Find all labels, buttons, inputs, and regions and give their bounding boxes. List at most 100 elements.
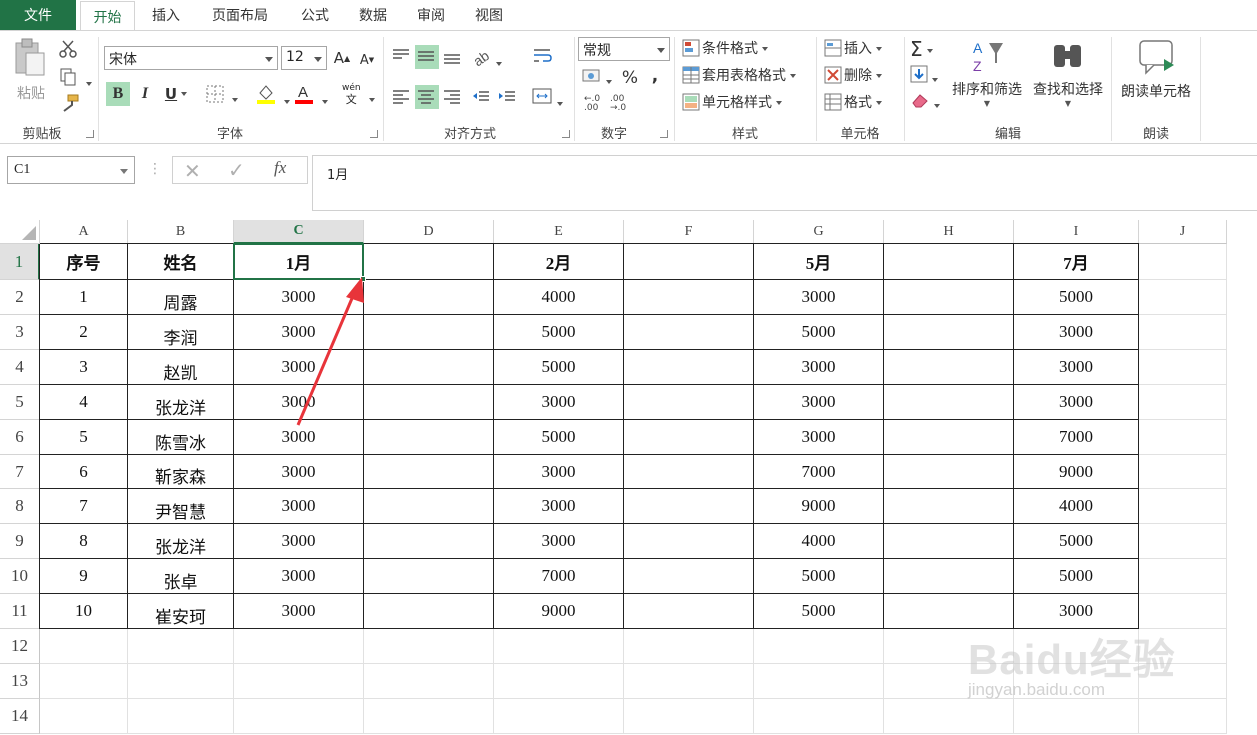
font-size-select[interactable]: 12: [281, 46, 327, 70]
tab-home[interactable]: 开始: [80, 1, 135, 31]
sort-filter-button[interactable]: AZ 排序和筛选 ▼: [950, 37, 1024, 117]
underline-button[interactable]: U: [158, 82, 194, 106]
cell-C2[interactable]: 3000: [234, 280, 364, 315]
autosum-icon[interactable]: Σ: [910, 37, 946, 61]
cell-H11[interactable]: [884, 594, 1014, 629]
number-launcher-icon[interactable]: [660, 130, 668, 138]
column-header-J[interactable]: J: [1139, 220, 1227, 244]
cell-F8[interactable]: [624, 489, 754, 524]
cell-A7[interactable]: 6: [40, 455, 128, 489]
cell-D9[interactable]: [364, 524, 494, 559]
fill-handle[interactable]: [360, 276, 366, 282]
row-header-6[interactable]: 6: [0, 420, 40, 455]
font-color-button[interactable]: A: [294, 83, 332, 107]
cell-J4[interactable]: [1139, 350, 1227, 385]
cell-E3[interactable]: 5000: [494, 315, 624, 350]
merge-center-icon[interactable]: [531, 85, 569, 109]
cell-F4[interactable]: [624, 350, 754, 385]
cell-I6[interactable]: 7000: [1014, 420, 1139, 455]
row-header-11[interactable]: 11: [0, 594, 40, 629]
cell-F5[interactable]: [624, 385, 754, 420]
cell-J6[interactable]: [1139, 420, 1227, 455]
cell-D7[interactable]: [364, 455, 494, 489]
tab-file[interactable]: 文件: [0, 0, 76, 30]
name-box[interactable]: C1: [7, 156, 135, 184]
cell-E4[interactable]: 5000: [494, 350, 624, 385]
cell-I9[interactable]: 5000: [1014, 524, 1139, 559]
cell-F3[interactable]: [624, 315, 754, 350]
decrease-indent-icon[interactable]: [470, 85, 494, 109]
cell-D8[interactable]: [364, 489, 494, 524]
cell-C9[interactable]: 3000: [234, 524, 364, 559]
cell-I7[interactable]: 9000: [1014, 455, 1139, 489]
cell-C4[interactable]: 3000: [234, 350, 364, 385]
cell-F11[interactable]: [624, 594, 754, 629]
find-select-button[interactable]: 查找和选择 ▼: [1030, 37, 1106, 117]
cell-C7[interactable]: 3000: [234, 455, 364, 489]
cell-E1[interactable]: 2月: [494, 244, 624, 280]
cell-F6[interactable]: [624, 420, 754, 455]
cell-B6[interactable]: 陈雪冰: [128, 420, 234, 455]
fill-icon[interactable]: [910, 65, 946, 87]
format-as-table-button[interactable]: 套用表格格式: [682, 64, 796, 86]
cell-E8[interactable]: 3000: [494, 489, 624, 524]
cell-I5[interactable]: 3000: [1014, 385, 1139, 420]
cell-G4[interactable]: 3000: [754, 350, 884, 385]
cell-C11[interactable]: 3000: [234, 594, 364, 629]
cell-D4[interactable]: [364, 350, 494, 385]
cell-B1[interactable]: 姓名: [128, 244, 234, 280]
cell-G6[interactable]: 3000: [754, 420, 884, 455]
read-cell-button[interactable]: 朗读单元格: [1116, 37, 1196, 117]
align-bottom-icon[interactable]: [441, 45, 465, 69]
cell-D10[interactable]: [364, 559, 494, 594]
row-header-13[interactable]: 13: [0, 664, 40, 699]
cell-H4[interactable]: [884, 350, 1014, 385]
increase-indent-icon[interactable]: [496, 85, 520, 109]
cell-B5[interactable]: 张龙洋: [128, 385, 234, 420]
row-header-1[interactable]: 1: [0, 244, 40, 280]
decrease-decimal-icon[interactable]: .00 →.0: [610, 95, 632, 117]
orientation-icon[interactable]: ab: [470, 45, 506, 69]
cell-E6[interactable]: 5000: [494, 420, 624, 455]
format-painter-icon[interactable]: [58, 93, 80, 113]
column-header-D[interactable]: D: [364, 220, 494, 244]
cell-B10[interactable]: 张卓: [128, 559, 234, 594]
cell-E13[interactable]: [494, 664, 624, 699]
cell-F10[interactable]: [624, 559, 754, 594]
cell-J1[interactable]: [1139, 244, 1227, 280]
cell-D6[interactable]: [364, 420, 494, 455]
align-top-icon[interactable]: [390, 45, 414, 69]
cell-H1[interactable]: [884, 244, 1014, 280]
row-header-3[interactable]: 3: [0, 315, 40, 350]
row-header-4[interactable]: 4: [0, 350, 40, 385]
insert-function-icon[interactable]: fx: [274, 158, 286, 178]
cell-G11[interactable]: 5000: [754, 594, 884, 629]
cell-B3[interactable]: 李润: [128, 315, 234, 350]
cell-I14[interactable]: [1014, 699, 1139, 734]
align-middle-icon[interactable]: [415, 45, 439, 69]
cell-J14[interactable]: [1139, 699, 1227, 734]
row-header-5[interactable]: 5: [0, 385, 40, 420]
cell-H2[interactable]: [884, 280, 1014, 315]
cell-I2[interactable]: 5000: [1014, 280, 1139, 315]
cell-H9[interactable]: [884, 524, 1014, 559]
cell-G9[interactable]: 4000: [754, 524, 884, 559]
cell-B14[interactable]: [128, 699, 234, 734]
cell-A6[interactable]: 5: [40, 420, 128, 455]
cell-G2[interactable]: 3000: [754, 280, 884, 315]
cell-B9[interactable]: 张龙洋: [128, 524, 234, 559]
cell-E2[interactable]: 4000: [494, 280, 624, 315]
column-header-C[interactable]: C: [234, 220, 364, 244]
number-format-select[interactable]: 常规: [578, 37, 670, 61]
cell-B2[interactable]: 周露: [128, 280, 234, 315]
cell-E7[interactable]: 3000: [494, 455, 624, 489]
cell-I3[interactable]: 3000: [1014, 315, 1139, 350]
cell-I4[interactable]: 3000: [1014, 350, 1139, 385]
cell-C8[interactable]: 3000: [234, 489, 364, 524]
font-launcher-icon[interactable]: [370, 130, 378, 138]
row-header-9[interactable]: 9: [0, 524, 40, 559]
row-header-14[interactable]: 14: [0, 699, 40, 734]
row-header-2[interactable]: 2: [0, 280, 40, 315]
cell-F2[interactable]: [624, 280, 754, 315]
cell-C13[interactable]: [234, 664, 364, 699]
